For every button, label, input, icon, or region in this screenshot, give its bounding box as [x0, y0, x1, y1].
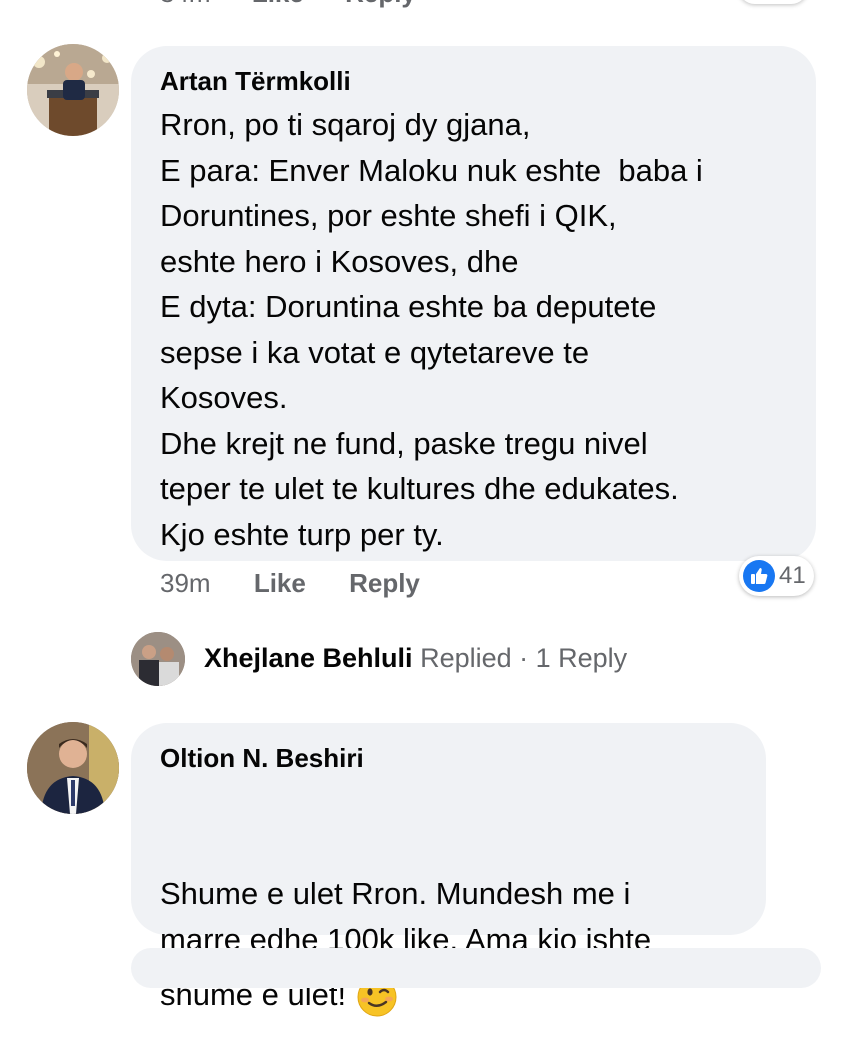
comment-author[interactable]: Artan Tërmkolli: [160, 66, 351, 97]
reaction-count: 41: [779, 562, 806, 589]
previous-comment-meta: 34m Like Reply: [160, 0, 450, 9]
previous-reaction-badge[interactable]: [738, 0, 808, 4]
like-icon: [743, 560, 775, 592]
previous-comment-time: 34m: [160, 0, 211, 8]
previous-like-button[interactable]: Like: [252, 0, 304, 8]
comment-author[interactable]: Oltion N. Beshiri: [160, 743, 364, 774]
reply-button[interactable]: Reply: [349, 568, 420, 598]
reply-action: Replied: [412, 643, 512, 673]
comment-text-line: Shume e ulet Rron. Mundesh me i: [160, 876, 631, 911]
avatar-artan[interactable]: [27, 44, 119, 136]
replies-summary[interactable]: Xhejlane Behluli Replied · 1 Reply: [204, 643, 627, 674]
avatar-xhejlane[interactable]: [131, 632, 185, 686]
comment-actions: 39m Like Reply: [160, 568, 456, 599]
comment-time: 39m: [160, 568, 211, 598]
next-comment-bubble: [131, 948, 821, 988]
comment-text: Shume e ulet Rron. Mundesh me i marre edh…: [160, 780, 651, 1063]
reply-author[interactable]: Xhejlane Behluli: [204, 643, 413, 673]
reaction-badge[interactable]: 41: [739, 556, 814, 596]
view-replies-link[interactable]: 1 Reply: [536, 643, 628, 673]
like-button[interactable]: Like: [254, 568, 306, 598]
reply-separator: ·: [511, 643, 536, 673]
previous-reply-button[interactable]: Reply: [345, 0, 416, 8]
avatar-oltion[interactable]: [27, 722, 119, 814]
comment-text: Rron, po ti sqaroj dy gjana, E para: Env…: [160, 107, 703, 552]
